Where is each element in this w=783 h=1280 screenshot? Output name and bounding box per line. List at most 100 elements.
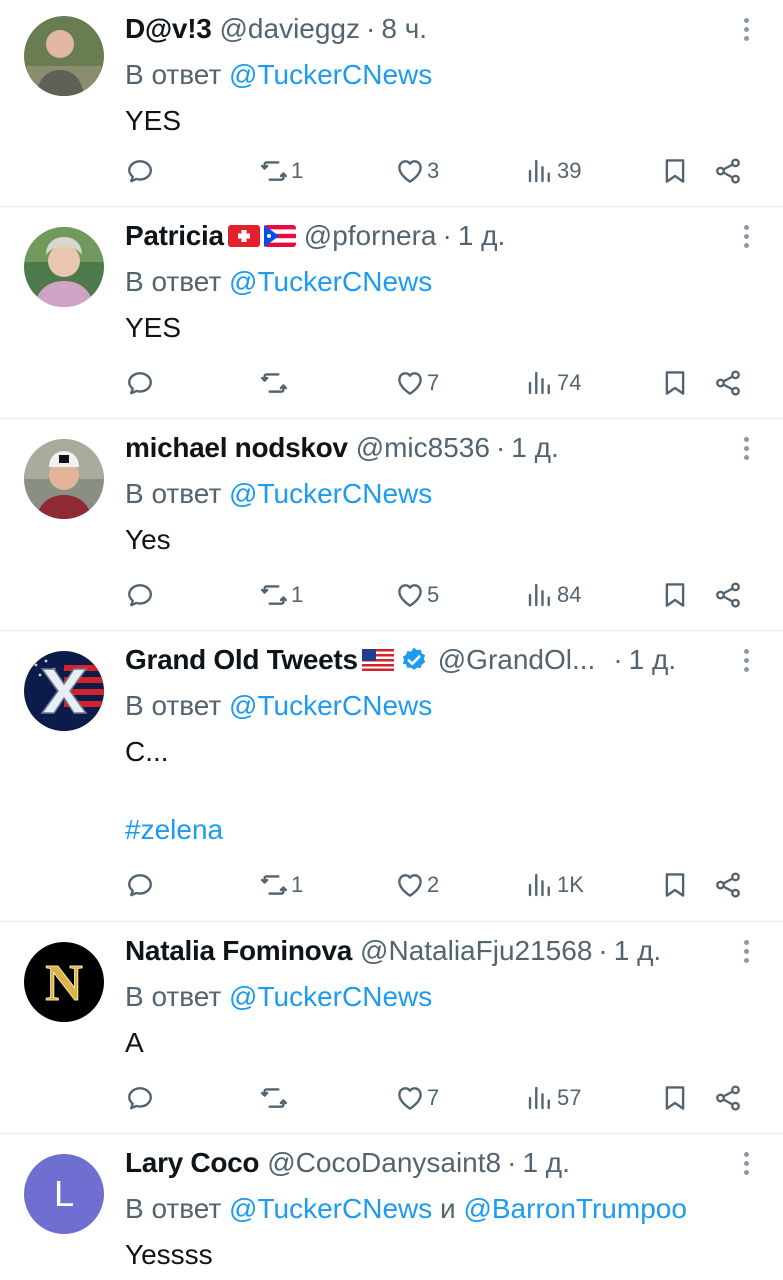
- reply-icon: [125, 580, 155, 610]
- share-button[interactable]: [713, 575, 743, 615]
- tweet[interactable]: michael nodskov @mic8536 · 1 д. В ответ …: [0, 419, 783, 631]
- retweet-button[interactable]: [259, 1078, 291, 1118]
- views-button[interactable]: 74: [525, 363, 581, 403]
- views-button[interactable]: 1K: [525, 865, 584, 905]
- avatar[interactable]: [24, 651, 104, 731]
- timestamp[interactable]: 1 д.: [522, 1145, 569, 1181]
- share-button[interactable]: [713, 363, 743, 403]
- reply-icon: [125, 1083, 155, 1113]
- retweet-button[interactable]: 1: [259, 575, 303, 615]
- svg-text:N: N: [45, 955, 83, 1012]
- share-button[interactable]: [713, 865, 743, 905]
- user-handle[interactable]: @GrandOl...: [438, 642, 596, 678]
- bookmark-button[interactable]: [660, 575, 690, 615]
- user-handle[interactable]: @mic8536: [356, 430, 490, 466]
- timestamp[interactable]: 8 ч.: [381, 11, 427, 47]
- timestamp[interactable]: 1 д.: [458, 218, 505, 254]
- display-name[interactable]: D@v!3: [125, 11, 212, 47]
- reply-conjunction: и: [440, 1193, 456, 1224]
- share-button[interactable]: [713, 151, 743, 191]
- mention-link-2[interactable]: @BarronTrumpoo: [463, 1193, 686, 1224]
- action-bar: 1 5 84: [125, 575, 753, 615]
- user-handle[interactable]: @pfornera: [304, 218, 437, 254]
- display-name[interactable]: michael nodskov: [125, 430, 348, 466]
- reply-icon: [125, 156, 155, 186]
- user-handle[interactable]: @NataliaFju21568: [360, 933, 592, 969]
- reply-context: В ответ @TuckerCNews: [125, 57, 753, 93]
- bookmark-button[interactable]: [660, 865, 690, 905]
- views-button[interactable]: 39: [525, 151, 581, 191]
- separator: ·: [598, 935, 608, 966]
- timestamp[interactable]: 1 д.: [629, 642, 676, 678]
- separator: ·: [507, 1147, 517, 1178]
- display-name[interactable]: Natalia Fominova: [125, 933, 352, 969]
- display-name[interactable]: Lary Coco: [125, 1145, 260, 1181]
- retweet-button[interactable]: 1: [259, 865, 303, 905]
- views-button[interactable]: 57: [525, 1078, 581, 1118]
- retweet-button[interactable]: 1: [259, 151, 303, 191]
- more-vertical-icon[interactable]: [743, 18, 749, 44]
- action-bar: 7 74: [125, 363, 753, 403]
- tweet[interactable]: D@v!3 @davieggz · 8 ч. В ответ @TuckerCN…: [0, 0, 783, 207]
- like-button[interactable]: 2: [395, 865, 439, 905]
- avatar[interactable]: L: [24, 1154, 104, 1234]
- heart-icon: [395, 580, 425, 610]
- retweet-count: 1: [291, 872, 304, 897]
- reply-button[interactable]: [125, 363, 157, 403]
- bookmark-icon: [660, 870, 690, 900]
- more-vertical-icon[interactable]: [743, 940, 749, 966]
- tweet-text: C...: [125, 736, 169, 767]
- timestamp[interactable]: 1 д.: [614, 933, 661, 969]
- bookmark-button[interactable]: [660, 363, 690, 403]
- reply-icon: [125, 368, 155, 398]
- hashtag-link[interactable]: #zelena: [125, 812, 753, 848]
- tweet[interactable]: Grand Old Tweets @GrandOl... · 1 д. В от…: [0, 631, 783, 922]
- action-bar: 7 57: [125, 1078, 753, 1118]
- like-count: 3: [427, 158, 440, 183]
- display-name[interactable]: Patricia: [125, 218, 224, 254]
- mention-link[interactable]: @TuckerCNews: [229, 1193, 432, 1224]
- heart-icon: [395, 368, 425, 398]
- more-vertical-icon[interactable]: [743, 649, 749, 675]
- reply-prefix: В ответ: [125, 690, 222, 721]
- bookmark-button[interactable]: [660, 1078, 690, 1118]
- user-handle[interactable]: @CocoDanysaint8: [267, 1145, 501, 1181]
- us-flag-icon: [361, 649, 394, 671]
- user-handle[interactable]: @davieggz: [220, 11, 361, 47]
- tweet[interactable]: N Natalia Fominova @NataliaFju21568 · 1 …: [0, 922, 783, 1134]
- mention-link[interactable]: @TuckerCNews: [229, 59, 432, 90]
- more-vertical-icon[interactable]: [743, 225, 749, 251]
- retweet-icon: [259, 1083, 289, 1113]
- timestamp[interactable]: 1 д.: [511, 430, 558, 466]
- reply-prefix: В ответ: [125, 981, 222, 1012]
- bookmark-button[interactable]: [660, 151, 690, 191]
- like-button[interactable]: 5: [395, 575, 439, 615]
- tweet[interactable]: Patricia @pfornera · 1 д. В ответ @Tucke…: [0, 207, 783, 419]
- mention-link[interactable]: @TuckerCNews: [229, 478, 432, 509]
- avatar[interactable]: [24, 227, 104, 307]
- avatar[interactable]: [24, 439, 104, 519]
- retweet-count: 1: [291, 158, 304, 183]
- tweet-text: Yessss: [125, 1239, 213, 1270]
- share-button[interactable]: [713, 1078, 743, 1118]
- display-name[interactable]: Grand Old Tweets: [125, 642, 358, 678]
- share-icon: [713, 368, 743, 398]
- like-button[interactable]: 7: [395, 1078, 439, 1118]
- reply-button[interactable]: [125, 865, 157, 905]
- views-button[interactable]: 84: [525, 575, 581, 615]
- retweet-button[interactable]: [259, 363, 291, 403]
- avatar[interactable]: N: [24, 942, 104, 1022]
- mention-link[interactable]: @TuckerCNews: [229, 266, 432, 297]
- like-button[interactable]: 7: [395, 363, 439, 403]
- avatar[interactable]: [24, 16, 104, 96]
- tweet[interactable]: L Lary Coco @CocoDanysaint8 · 1 д. В отв…: [0, 1134, 783, 1280]
- reply-button[interactable]: [125, 151, 157, 191]
- more-vertical-icon[interactable]: [743, 437, 749, 463]
- mention-link[interactable]: @TuckerCNews: [229, 981, 432, 1012]
- reply-button[interactable]: [125, 575, 157, 615]
- mention-link[interactable]: @TuckerCNews: [229, 690, 432, 721]
- like-button[interactable]: 3: [395, 151, 439, 191]
- more-vertical-icon[interactable]: [743, 1152, 749, 1178]
- bookmark-icon: [660, 156, 690, 186]
- reply-button[interactable]: [125, 1078, 157, 1118]
